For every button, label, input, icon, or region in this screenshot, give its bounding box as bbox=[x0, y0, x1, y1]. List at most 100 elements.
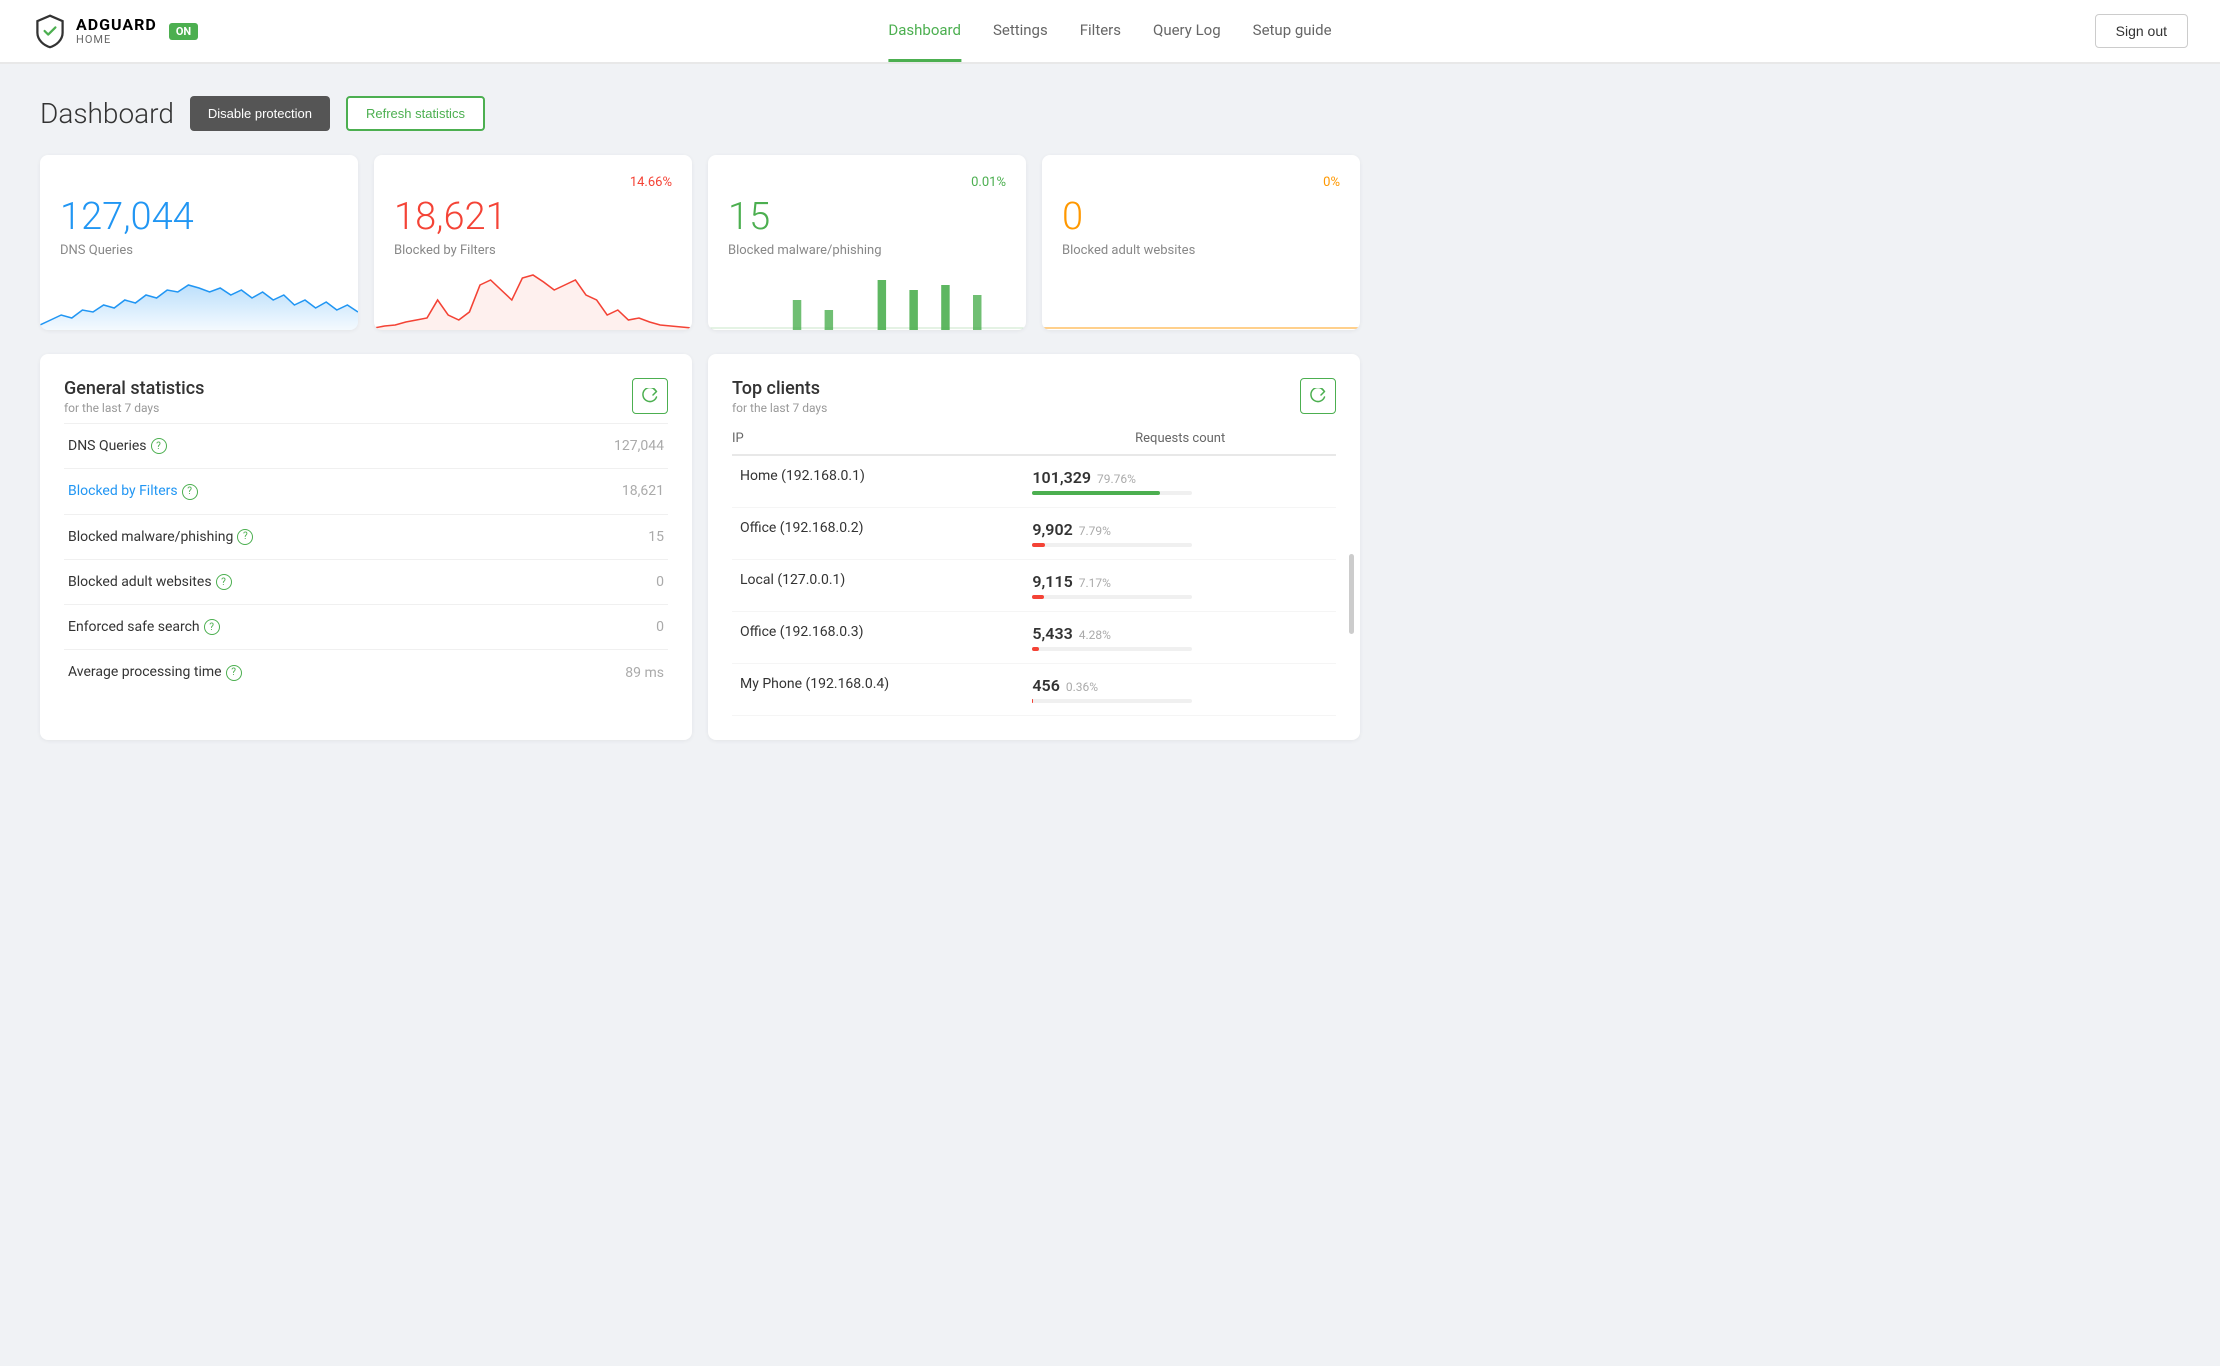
client-percent-3: 4.28% bbox=[1079, 628, 1111, 642]
client-name-1: Office (192.168.0.2) bbox=[732, 508, 1024, 560]
nav-dashboard[interactable]: Dashboard bbox=[888, 1, 961, 62]
help-icon-1[interactable]: ? bbox=[182, 484, 198, 500]
nav-settings[interactable]: Settings bbox=[993, 1, 1048, 62]
dns-queries-card: 127,044 DNS Queries bbox=[40, 155, 358, 330]
client-count-4: 456 0.36% bbox=[1024, 664, 1336, 716]
client-count-1: 9,902 7.79% bbox=[1024, 508, 1336, 560]
client-count-value-1: 9,902 bbox=[1032, 520, 1072, 539]
client-count-value-0: 101,329 bbox=[1032, 468, 1091, 487]
stat-cards-row: 127,044 DNS Queries 14.66% bbox=[40, 155, 1360, 330]
client-bar-fill-1 bbox=[1032, 543, 1045, 547]
blocked-adult-percent-row: 0% bbox=[1062, 175, 1340, 195]
client-row-0: Home (192.168.0.1)101,32979.76% bbox=[732, 455, 1336, 508]
sign-out-button[interactable]: Sign out bbox=[2095, 14, 2188, 48]
client-bar-fill-2 bbox=[1032, 595, 1043, 599]
stats-value-5: 89 ms bbox=[529, 650, 668, 695]
nav-filters[interactable]: Filters bbox=[1080, 1, 1121, 62]
client-count-value-4: 456 bbox=[1032, 676, 1059, 695]
nav-setup-guide[interactable]: Setup guide bbox=[1253, 1, 1332, 62]
stats-value-4: 0 bbox=[529, 605, 668, 650]
blocked-filters-value: 18,621 bbox=[394, 195, 672, 239]
client-percent-2: 7.17% bbox=[1079, 576, 1111, 590]
general-statistics-card: General statistics for the last 7 days D… bbox=[40, 354, 692, 740]
client-count-value-3: 5,433 bbox=[1032, 624, 1072, 643]
top-clients-table: IP Requests count Home (192.168.0.1)101,… bbox=[732, 431, 1336, 716]
dns-queries-label: DNS Queries bbox=[60, 243, 338, 258]
blocked-filters-percent: 14.66% bbox=[630, 175, 672, 195]
blocked-adult-chart bbox=[1042, 270, 1360, 330]
stats-label-3: Blocked adult websites? bbox=[64, 559, 529, 604]
blocked-filters-card: 14.66% 18,621 Blocked by Filters bbox=[374, 155, 692, 330]
dns-queries-value: 127,044 bbox=[60, 195, 338, 239]
client-bar-container-4 bbox=[1032, 699, 1192, 703]
blocked-filters-percent-row: 14.66% bbox=[394, 175, 672, 195]
client-count-0: 101,32979.76% bbox=[1024, 455, 1336, 508]
refresh-icon bbox=[642, 388, 658, 404]
general-statistics-table: DNS Queries?127,044Blocked by Filters?18… bbox=[64, 423, 668, 695]
top-clients-header: Top clients for the last 7 days bbox=[732, 378, 1336, 415]
disable-protection-button[interactable]: Disable protection bbox=[190, 96, 330, 131]
adguard-shield-icon bbox=[32, 13, 68, 49]
blocked-malware-chart bbox=[708, 270, 1026, 330]
stats-label-0: DNS Queries? bbox=[64, 424, 529, 469]
refresh-statistics-button[interactable]: Refresh statistics bbox=[346, 96, 485, 131]
stats-value-0: 127,044 bbox=[529, 424, 668, 469]
client-percent-1: 7.79% bbox=[1079, 524, 1111, 538]
blocked-filters-chart bbox=[374, 270, 692, 330]
scrollbar-indicator[interactable] bbox=[1349, 554, 1354, 634]
main-content: Dashboard Disable protection Refresh sta… bbox=[0, 64, 1400, 772]
help-icon-4[interactable]: ? bbox=[204, 619, 220, 635]
help-icon-5[interactable]: ? bbox=[226, 665, 242, 681]
client-bar-container-1 bbox=[1032, 543, 1192, 547]
stats-value-1: 18,621 bbox=[529, 469, 668, 514]
dashboard-header: Dashboard Disable protection Refresh sta… bbox=[40, 96, 1360, 131]
stats-row-1: Blocked by Filters?18,621 bbox=[64, 469, 668, 514]
stats-row-0: DNS Queries?127,044 bbox=[64, 424, 668, 469]
client-bar-fill-4 bbox=[1032, 699, 1033, 703]
client-bar-container-2 bbox=[1032, 595, 1192, 599]
help-icon-0[interactable]: ? bbox=[151, 438, 167, 454]
top-clients-card: Top clients for the last 7 days IP Reque… bbox=[708, 354, 1360, 740]
general-statistics-title-block: General statistics for the last 7 days bbox=[64, 378, 204, 415]
client-percent-4: 0.36% bbox=[1066, 680, 1098, 694]
top-clients-title: Top clients bbox=[732, 378, 827, 399]
general-statistics-title: General statistics bbox=[64, 378, 204, 399]
blocked-adult-card: 0% 0 Blocked adult websites bbox=[1042, 155, 1360, 330]
protection-status-badge: ON bbox=[169, 23, 198, 40]
client-count-3: 5,433 4.28% bbox=[1024, 612, 1336, 664]
top-clients-subtitle: for the last 7 days bbox=[732, 401, 827, 415]
top-clients-title-block: Top clients for the last 7 days bbox=[732, 378, 827, 415]
client-count-2: 9,115 7.17% bbox=[1024, 560, 1336, 612]
logo: ADGUARD HOME ON bbox=[32, 13, 198, 49]
bottom-section: General statistics for the last 7 days D… bbox=[40, 354, 1360, 740]
col-ip-header: IP bbox=[732, 431, 1024, 455]
stats-row-5: Average processing time?89 ms bbox=[64, 650, 668, 695]
col-requests-header: Requests count bbox=[1024, 431, 1336, 455]
client-row-3: Office (192.168.0.3)5,4334.28% bbox=[732, 612, 1336, 664]
stats-value-3: 0 bbox=[529, 559, 668, 604]
top-clients-refresh-button[interactable] bbox=[1300, 378, 1336, 414]
help-icon-3[interactable]: ? bbox=[216, 574, 232, 590]
blocked-malware-value: 15 bbox=[728, 195, 1006, 239]
blocked-malware-percent-row: 0.01% bbox=[728, 175, 1006, 195]
logo-sub: HOME bbox=[76, 34, 157, 46]
general-statistics-refresh-button[interactable] bbox=[632, 378, 668, 414]
client-row-4: My Phone (192.168.0.4)4560.36% bbox=[732, 664, 1336, 716]
stats-label-4: Enforced safe search? bbox=[64, 605, 529, 650]
stats-label-2: Blocked malware/phishing? bbox=[64, 514, 529, 559]
client-bar-fill-0 bbox=[1032, 491, 1160, 495]
stats-row-3: Blocked adult websites?0 bbox=[64, 559, 668, 604]
refresh-icon bbox=[1310, 388, 1326, 404]
client-name-0: Home (192.168.0.1) bbox=[732, 455, 1024, 508]
client-row-1: Office (192.168.0.2) 9,902 7.79% bbox=[732, 508, 1336, 560]
client-count-value-2: 9,115 bbox=[1032, 572, 1072, 591]
client-bar-container-3 bbox=[1032, 647, 1192, 651]
stats-label-1[interactable]: Blocked by Filters? bbox=[64, 469, 529, 514]
header: ADGUARD HOME ON Dashboard Settings Filte… bbox=[0, 0, 2220, 64]
blocked-adult-percent: 0% bbox=[1323, 175, 1340, 195]
nav-query-log[interactable]: Query Log bbox=[1153, 1, 1221, 62]
general-statistics-header: General statistics for the last 7 days bbox=[64, 378, 668, 415]
client-name-2: Local (127.0.0.1) bbox=[732, 560, 1024, 612]
client-bar-fill-3 bbox=[1032, 647, 1038, 651]
help-icon-2[interactable]: ? bbox=[237, 529, 253, 545]
